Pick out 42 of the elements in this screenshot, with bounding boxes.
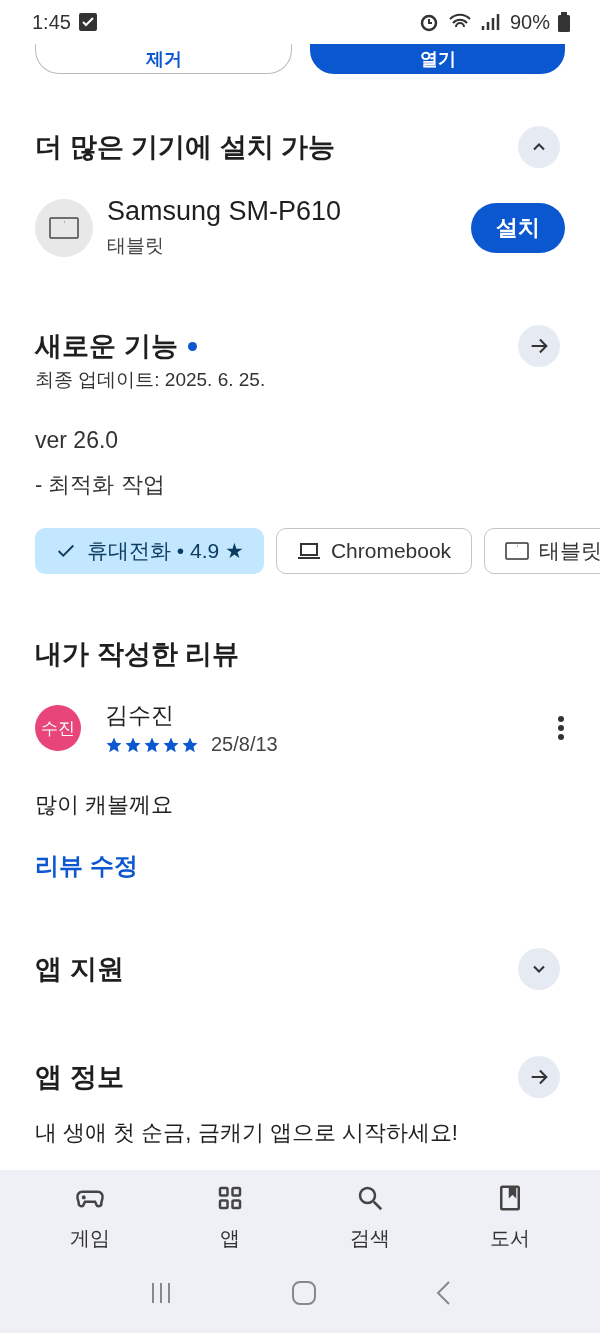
uninstall-button[interactable]: 제거 xyxy=(35,44,292,74)
section-title: 새로운 기능 xyxy=(35,328,197,364)
device-chip[interactable]: Chromebook xyxy=(275,528,473,574)
nav-tab[interactable]: 검색 xyxy=(320,1182,420,1253)
battery-percent: 90% xyxy=(509,10,550,34)
install-button[interactable]: 설치 xyxy=(471,202,565,253)
section-title: 앱 지원 xyxy=(35,953,124,986)
nav-tab[interactable]: 게임 xyxy=(40,1182,140,1253)
app-description: 내 생애 첫 순금, 금캐기 앱으로 시작하세요! xyxy=(34,1119,459,1147)
recent-apps-icon[interactable] xyxy=(149,1281,173,1305)
device-name: Samsung SM-P610 xyxy=(107,196,343,227)
expand-button[interactable] xyxy=(518,948,560,990)
more-icon[interactable] xyxy=(557,715,565,741)
review-date: 25/8/13 xyxy=(211,733,278,756)
tablet-icon xyxy=(505,541,530,561)
back-icon[interactable] xyxy=(435,1280,451,1306)
device-chip[interactable]: 태블릿 xyxy=(484,528,600,574)
status-time: 1:45 xyxy=(32,10,71,34)
section-title: 더 많은 기기에 설치 가능 xyxy=(35,131,335,164)
home-icon[interactable] xyxy=(291,1280,317,1306)
review-text: 많이 캐볼께요 xyxy=(34,791,175,819)
signal-icon xyxy=(479,12,502,32)
laptop-icon xyxy=(296,541,321,561)
section-title: 앱 정보 xyxy=(35,1061,124,1094)
open-button[interactable]: 열기 xyxy=(310,44,565,74)
new-dot-icon xyxy=(187,341,197,351)
nav-tab[interactable]: 앱 xyxy=(180,1182,280,1253)
battery-icon xyxy=(558,12,570,32)
checkbox-icon xyxy=(78,13,97,31)
avatar: 수진 xyxy=(35,705,81,751)
collapse-button[interactable] xyxy=(518,126,560,168)
update-date: 최종 업데이트: 2025. 6. 25. xyxy=(34,368,267,392)
arrow-button[interactable] xyxy=(518,1056,560,1098)
section-title: 내가 작성한 리뷰 xyxy=(35,638,239,671)
version-text: ver 26.0 xyxy=(34,427,120,454)
arrow-button[interactable] xyxy=(518,325,560,367)
nav-tab[interactable]: 도서 xyxy=(460,1182,560,1253)
reviewer-name: 김수진 xyxy=(105,701,175,730)
edit-review-link[interactable]: 리뷰 수정 xyxy=(0,850,173,882)
device-type: 태블릿 xyxy=(107,234,165,258)
device-chip[interactable]: 휴대전화 • 4.9 ★ xyxy=(35,528,264,574)
release-notes: - 최적화 작업 xyxy=(34,471,166,499)
